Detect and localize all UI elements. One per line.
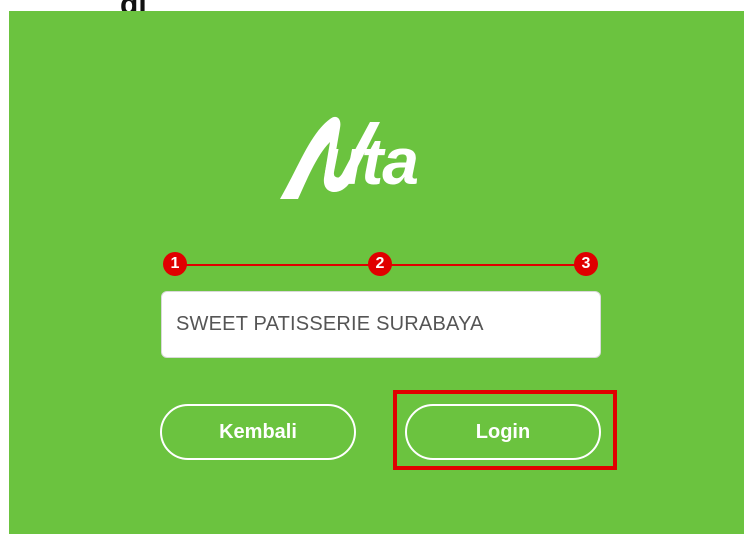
back-button[interactable]: Kembali [160, 404, 356, 460]
step-1: 1 [163, 252, 187, 276]
step-3: 3 [574, 252, 598, 276]
step-2: 2 [368, 252, 392, 276]
login-highlight-box [393, 390, 617, 470]
logo-wordmark: uta [322, 124, 419, 198]
store-name-field[interactable]: SWEET PATISSERIE SURABAYA [161, 291, 601, 358]
